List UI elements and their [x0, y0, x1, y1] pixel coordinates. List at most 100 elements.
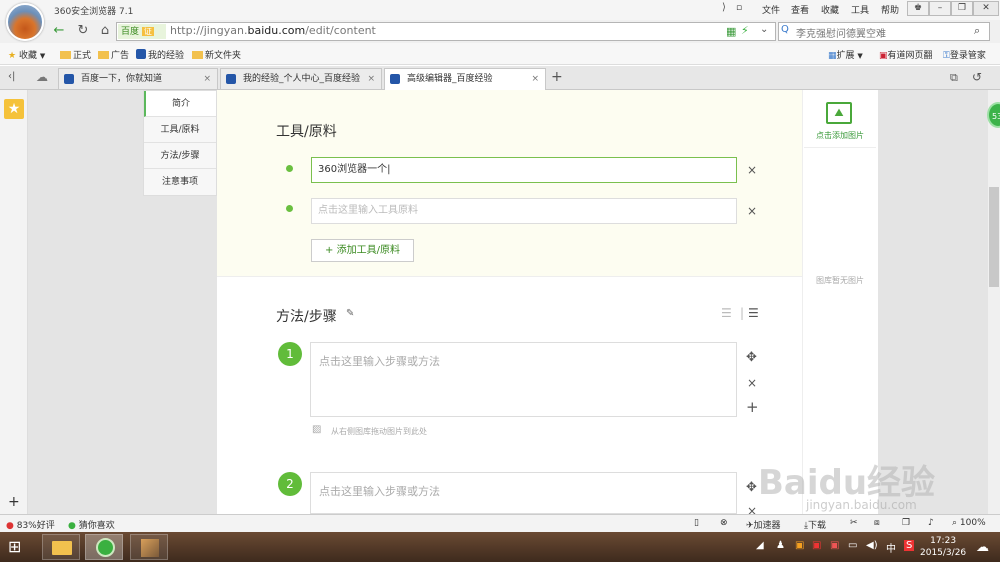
restore-tabs-icon[interactable]: ⧉ [950, 71, 958, 85]
qq-icon[interactable]: ♟ [776, 540, 785, 551]
ime-indicator[interactable]: 中 [886, 540, 896, 555]
tray-app2-icon[interactable]: ▣ [812, 540, 821, 551]
tab-advanced-editor[interactable]: 高级编辑器_百度经验 × [384, 68, 546, 91]
delete-tool-icon[interactable]: × [747, 204, 757, 218]
guess-you-like[interactable]: ● 猜你喜欢 [68, 518, 115, 531]
move-icon[interactable]: ✥ [746, 350, 757, 365]
bookmark-folder-zhengshi[interactable]: 正式 [60, 48, 91, 61]
close-tab-icon[interactable]: × [531, 69, 539, 89]
close-window-button[interactable]: ✕ [973, 1, 999, 16]
move-icon[interactable]: ✥ [746, 480, 757, 495]
browser-logo-icon[interactable] [6, 3, 44, 41]
search-icon[interactable]: ⌕ [974, 24, 980, 38]
add-image-label: 点击添加图片 [816, 131, 864, 140]
unordered-list-icon[interactable]: ☰ [748, 306, 759, 320]
menu-favorites[interactable]: 收藏 [821, 3, 839, 16]
add-sidebar-icon[interactable]: + [8, 494, 20, 510]
bookmark-my-experience[interactable]: 我的经验 [136, 48, 184, 61]
phone-icon[interactable]: ▯ [694, 518, 699, 528]
refresh-icon[interactable]: ↻ [74, 22, 92, 40]
edit-pencil-icon[interactable]: ✎ [346, 308, 354, 319]
sogou-icon[interactable]: S [904, 540, 915, 551]
wifi-icon[interactable]: ◢ [756, 540, 764, 551]
tab-list-icon[interactable]: ‹| [8, 71, 15, 82]
notification-icon[interactable]: ☁ [976, 540, 989, 555]
scrollbar[interactable] [988, 90, 1000, 514]
image-library-panel [802, 90, 878, 514]
scrollbar-thumb[interactable] [989, 187, 999, 287]
tab-baidu-home[interactable]: 百度一下，你就知道 × [58, 68, 218, 89]
qr-icon[interactable]: ▦ [726, 25, 736, 38]
bullet-dot [286, 165, 293, 172]
volume-icon[interactable]: ♪ [928, 518, 934, 528]
bookmark-folder-ads[interactable]: 广告 [98, 48, 129, 61]
add-step-icon[interactable]: + [746, 398, 759, 416]
new-tab-icon[interactable]: + [551, 69, 563, 85]
clock[interactable]: 17:23 2015/3/26 [920, 535, 966, 559]
undo-close-icon[interactable]: ↺ [972, 70, 982, 84]
menu-help[interactable]: 帮助 [881, 3, 899, 16]
close-tab-icon[interactable]: × [367, 69, 375, 89]
app-task[interactable] [130, 534, 168, 560]
extensions-button[interactable]: ▦扩展 ▼ [828, 48, 863, 61]
cloud-icon[interactable]: ☁ [36, 70, 48, 84]
cut-icon[interactable]: ✂ [850, 518, 858, 528]
bookmark-label: 广告 [111, 51, 130, 61]
nav-steps[interactable]: 方法/步骤 [144, 143, 216, 169]
add-tool-button[interactable]: + 添加工具/原料 [311, 239, 414, 262]
step1-input[interactable]: 点击这里输入步骤或方法 [310, 342, 737, 417]
title-bar [0, 0, 1000, 20]
dropdown-icon[interactable]: ⌄ [760, 24, 768, 35]
tab-label: 高级编辑器_百度经验 [407, 74, 493, 84]
ordered-list-icon[interactable]: ☰ [721, 306, 732, 320]
login-manager-button[interactable]: ⚿登录管家 [943, 48, 986, 61]
favorites-star-icon[interactable]: ★ [4, 99, 24, 119]
tool-item-input[interactable]: 360浏览器一个| [311, 157, 737, 183]
tool-item-input-empty[interactable]: 点击这里输入工具原料 [311, 198, 737, 224]
nav-notes[interactable]: 注意事项 [144, 169, 216, 195]
menu-view[interactable]: 查看 [791, 3, 809, 16]
tab-my-experience[interactable]: 我的经验_个人中心_百度经验 × [220, 68, 382, 89]
bookmark-favorites[interactable]: ★ 收藏 ▼ [8, 48, 45, 61]
menu-file[interactable]: 文件 [762, 3, 780, 16]
zoom-control[interactable]: ⌕ 100% [952, 518, 986, 528]
tools-title: 工具/原料 [276, 124, 337, 140]
download-button[interactable]: ⤓下载 [804, 518, 826, 531]
rating-status[interactable]: ● 83%好评 [6, 518, 55, 531]
minimize-button[interactable]: – [929, 1, 951, 16]
clock-time: 17:23 [930, 536, 957, 546]
delete-tool-icon[interactable]: × [747, 163, 757, 177]
back-icon[interactable]: ← [50, 22, 68, 40]
menu-tools[interactable]: 工具 [851, 3, 869, 16]
window-icon[interactable]: ❐ [902, 518, 910, 528]
baidu-paw-icon [226, 74, 236, 84]
windows-start-icon[interactable]: ⊞ [8, 537, 21, 556]
search-engine-icon[interactable]: Q [781, 24, 789, 35]
screenshot-icon[interactable]: ⊗ [720, 518, 728, 528]
battery-icon[interactable]: ▭ [848, 540, 857, 551]
translate-icon[interactable]: ⧈ [874, 518, 880, 528]
skin-button[interactable]: ♚ [907, 1, 929, 16]
search-engine-label[interactable]: 百度 证 [118, 24, 166, 39]
file-explorer-task[interactable] [42, 534, 80, 560]
youdao-translate-button[interactable]: ▣有道网页翻 [879, 48, 933, 61]
nav-tools[interactable]: 工具/原料 [144, 117, 216, 143]
nav-intro[interactable]: 简介 [144, 91, 216, 117]
step2-input[interactable]: 点击这里输入步骤或方法 [310, 472, 737, 514]
close-tab-icon[interactable]: × [203, 69, 211, 89]
speaker-icon[interactable]: ◀) [866, 540, 878, 551]
maximize-button[interactable]: ❐ [951, 1, 973, 16]
tray-app3-icon[interactable]: ▣ [830, 540, 839, 551]
skin-icon[interactable]: ⟩ [722, 2, 726, 13]
speed-icon[interactable]: ⚡ [741, 24, 749, 37]
browser-360-task[interactable] [85, 534, 123, 560]
accelerator-button[interactable]: ✈加速器 [746, 518, 781, 531]
bookmark-folder-new[interactable]: 新文件夹 [192, 48, 241, 61]
step-number: 2 [278, 472, 302, 496]
browser-360-icon [96, 538, 115, 557]
divider: | [740, 306, 745, 320]
url-text[interactable]: http://jingyan.baidu.com/edit/content [170, 24, 376, 37]
delete-step-icon[interactable]: × [747, 376, 757, 390]
home-icon[interactable]: ⌂ [96, 22, 114, 40]
tray-app-icon[interactable]: ▣ [795, 540, 804, 551]
